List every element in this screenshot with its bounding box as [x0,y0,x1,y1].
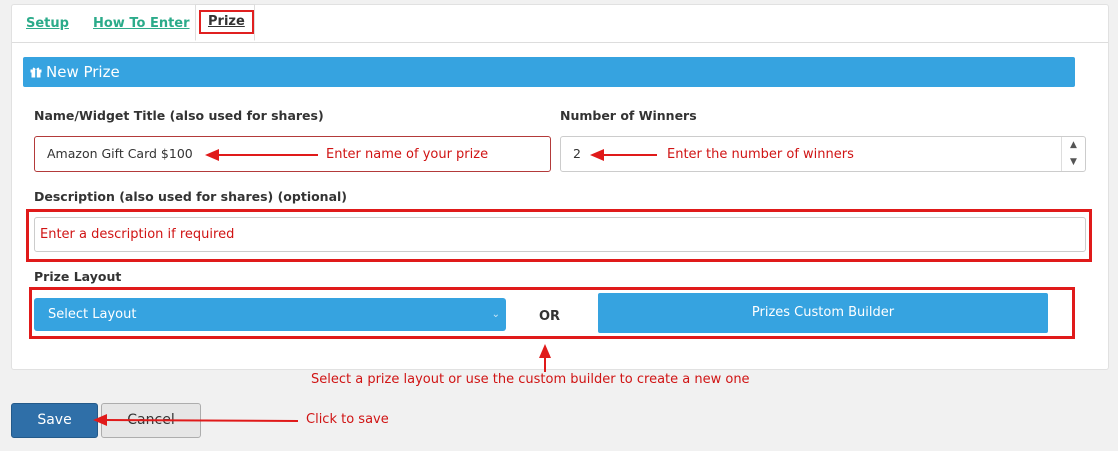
panel-header: New Prize [23,57,1075,87]
panel-title: New Prize [46,63,120,81]
save-button[interactable]: Save [11,403,98,438]
or-text: OR [539,309,561,324]
layout-label: Prize Layout [34,269,122,284]
prizes-custom-builder-button[interactable]: Prizes Custom Builder [598,293,1048,333]
winners-label: Number of Winners [560,108,697,123]
tab-bar: Setup How To Enter Prize [12,4,1108,43]
winners-value: 2 [573,146,581,161]
description-label: Description (also used for shares) (opti… [34,189,348,204]
decrement-icon[interactable]: ▼ [1062,154,1085,171]
increment-icon[interactable]: ▲ [1062,137,1085,154]
title-hint: Enter name of your prize [326,147,489,162]
layout-hint: Select a prize layout or use the custom … [311,372,750,387]
chevron-down-icon: ⌄ [491,309,500,320]
tab-setup[interactable]: Setup [26,16,69,31]
cancel-button[interactable]: Cancel [101,403,201,438]
tab-prize-label: Prize [199,10,254,34]
title-label: Name/Widget Title (also used for shares) [34,108,324,123]
winners-spinner[interactable]: ▲ ▼ [1061,137,1085,171]
description-input[interactable]: Enter a description if required [34,217,1086,252]
layout-select-value: Select Layout [48,307,137,322]
gift-icon [30,58,42,78]
tab-prize[interactable]: Prize [195,4,255,41]
tab-how-to-enter[interactable]: How To Enter [93,16,190,31]
winners-hint: Enter the number of winners [667,147,854,162]
save-hint: Click to save [306,412,389,427]
layout-select[interactable]: Select Layout ⌄ [34,298,506,331]
